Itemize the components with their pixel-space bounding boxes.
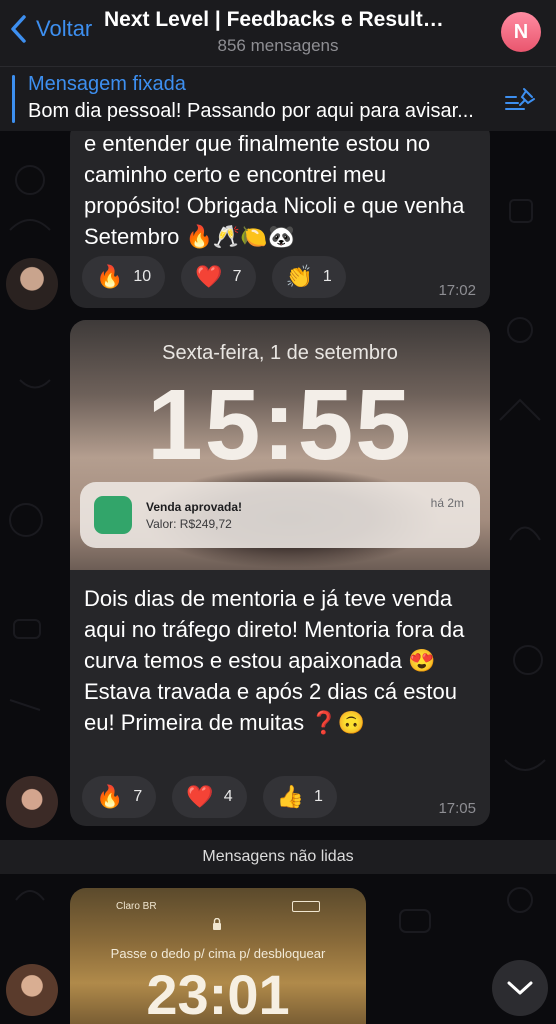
group-avatar[interactable]: N: [501, 12, 541, 52]
sender-avatar[interactable]: [6, 964, 58, 1016]
lock-icon: [213, 918, 221, 930]
lockscreen-time: 23:01: [146, 963, 290, 1024]
reaction-fire[interactable]: 🔥 7: [82, 776, 157, 818]
pinned-text: Bom dia pessoal! Passando por aqui para …: [28, 100, 474, 122]
reaction-count: 1: [322, 268, 332, 285]
payment-app-icon: [94, 496, 132, 534]
message-photo[interactable]: Sexta-feira, 1 de setembro 15:55 Venda a…: [70, 320, 490, 570]
sale-notification: Venda aprovada! Valor: R$249,72 há 2m: [80, 482, 480, 548]
pinned-message[interactable]: Mensagem fixada Bom dia pessoal! Passand…: [0, 66, 556, 131]
message-bubble[interactable]: e entender que finalmente estou no camin…: [70, 120, 490, 308]
chat-title[interactable]: Next Level | Feedbacks e Resultados: [104, 8, 454, 32]
heart-icon: ❤️: [186, 784, 214, 809]
chat-header: Voltar Next Level | Feedbacks e Resultad…: [0, 0, 556, 66]
heart-icon: ❤️: [195, 264, 223, 289]
pinned-title: Mensagem fixada: [28, 73, 186, 95]
message-photo[interactable]: Claro BR Passe o dedo p/ cima p/ desbloq…: [70, 888, 366, 1024]
clap-icon: 👏: [285, 264, 313, 289]
thumbs-up-icon: 👍: [276, 784, 305, 809]
chevron-down-icon: [507, 981, 533, 995]
reaction-heart[interactable]: ❤️ 7: [181, 256, 256, 298]
fire-icon: 🔥: [96, 784, 124, 809]
pinned-indicator: [12, 75, 15, 123]
message-time: 17:02: [438, 282, 476, 299]
message-time: 17:05: [438, 800, 476, 817]
member-count: 856 mensagens: [217, 36, 339, 55]
message-bubble[interactable]: Sexta-feira, 1 de setembro 15:55 Venda a…: [70, 320, 490, 826]
reaction-count: 10: [133, 268, 152, 285]
scroll-down-button[interactable]: [492, 960, 548, 1016]
message-text: e entender que finalmente estou no camin…: [84, 131, 465, 249]
reaction-heart[interactable]: ❤️ 4: [172, 776, 247, 818]
message-text: Dois dias de mentoria e já teve venda aq…: [84, 586, 465, 735]
carrier-name: Claro BR: [116, 901, 157, 912]
reaction-thumbs-up[interactable]: 👍 1: [262, 776, 337, 818]
unread-divider: Mensagens não lidas: [0, 840, 556, 874]
sender-avatar[interactable]: [6, 776, 58, 828]
reactions-bar: 🔥 10 ❤️ 7 👏 1: [82, 256, 346, 298]
reaction-count: 4: [223, 788, 233, 805]
reaction-fire[interactable]: 🔥 10: [82, 256, 166, 298]
lockscreen-date: Sexta-feira, 1 de setembro: [162, 342, 398, 364]
reaction-count: 7: [232, 268, 242, 285]
unlock-hint: Passe o dedo p/ cima p/ desbloquear: [110, 946, 326, 961]
reaction-count: 1: [314, 788, 323, 805]
notification-time: há 2m: [430, 496, 464, 510]
reaction-clap[interactable]: 👏 1: [271, 256, 346, 298]
notification-value: Valor: R$249,72: [146, 517, 232, 531]
reaction-count: 7: [133, 788, 143, 805]
fire-icon: 🔥: [96, 264, 124, 289]
pin-list-icon[interactable]: [504, 87, 536, 113]
notification-title: Venda aprovada!: [146, 500, 243, 514]
sender-avatar[interactable]: [6, 258, 58, 310]
reactions-bar: 🔥 7 ❤️ 4 👍 1: [82, 776, 337, 818]
lockscreen-time: 15:55: [147, 369, 413, 481]
battery-icon: [292, 901, 320, 912]
